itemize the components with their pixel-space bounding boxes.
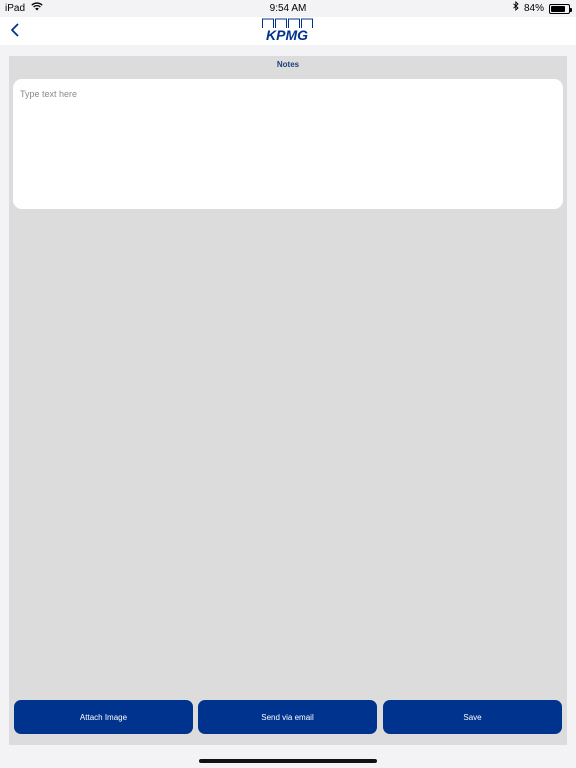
battery-percent: 84% — [523, 3, 544, 14]
status-right: 84% — [513, 0, 572, 17]
notes-input[interactable] — [13, 79, 563, 209]
back-button[interactable] — [6, 20, 22, 40]
notes-panel: Notes Attach Image Send via email Save — [9, 56, 567, 745]
bluetooth-icon — [513, 0, 519, 17]
home-indicator[interactable] — [199, 759, 377, 763]
battery-icon — [549, 3, 572, 14]
logo-text: KPMG — [266, 27, 308, 43]
nav-bar: KPMG — [0, 17, 576, 45]
kpmg-logo: KPMG — [258, 18, 316, 44]
status-bar: iPad 9:54 AM 84% — [0, 0, 576, 17]
battery-fill — [551, 5, 566, 12]
chevron-left-icon — [10, 23, 18, 37]
send-email-button[interactable]: Send via email — [198, 700, 377, 734]
status-time: 9:54 AM — [269, 3, 307, 14]
notes-title: Notes — [276, 60, 300, 69]
action-bar: Attach Image Send via email Save — [14, 700, 562, 734]
attach-image-button[interactable]: Attach Image — [14, 700, 193, 734]
save-button[interactable]: Save — [383, 700, 562, 734]
